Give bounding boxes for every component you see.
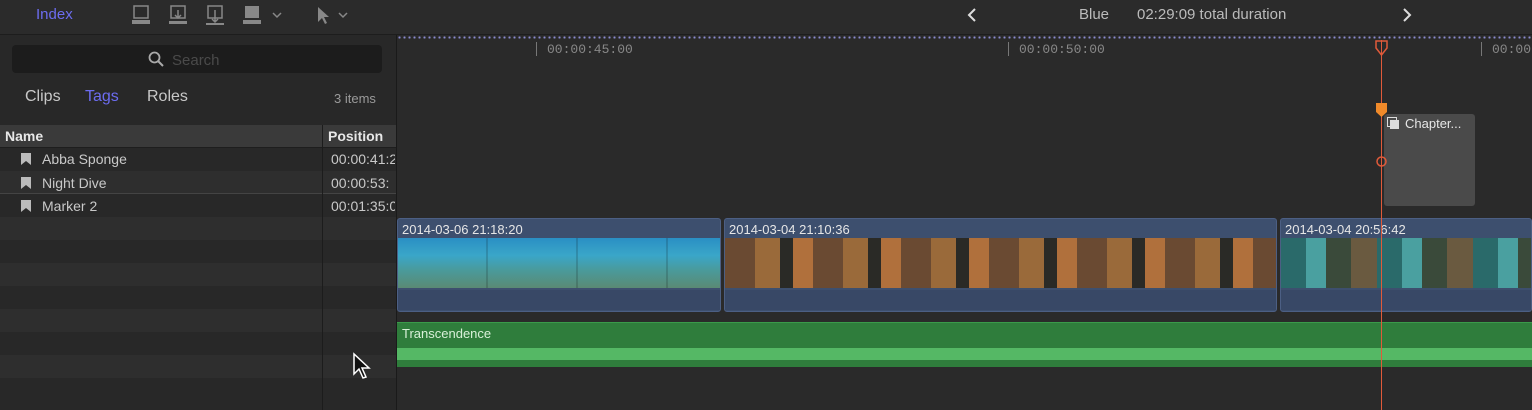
- chapter-icon: [1387, 117, 1399, 130]
- clip-audio: [725, 290, 1276, 310]
- clip-filmstrip: [725, 238, 1276, 288]
- marker-position: 00:00:53:: [331, 175, 390, 191]
- clip-audio: [1281, 290, 1531, 310]
- chapter-pin-icon[interactable]: [1376, 154, 1387, 167]
- dropdown-chevron-icon[interactable]: [270, 2, 284, 28]
- tool-chevron-icon[interactable]: [336, 2, 350, 28]
- clip-title: 2014-03-04 20:56:42: [1285, 222, 1406, 237]
- marker-name: Marker 2: [42, 198, 98, 214]
- row-stripe: [0, 309, 396, 332]
- list-item[interactable]: Abba Sponge 00:00:41:2: [0, 148, 396, 171]
- marker-position: 00:00:41:2: [331, 151, 395, 167]
- playhead-handle-icon[interactable]: [1375, 40, 1388, 57]
- row-stripe: [0, 355, 396, 378]
- marker-icon: [21, 177, 31, 189]
- filmstrip-frames: [398, 238, 720, 288]
- toolbar: [0, 0, 1532, 35]
- list-item[interactable]: Marker 2 00:01:35:0: [0, 195, 396, 218]
- previous-project-icon[interactable]: [963, 6, 981, 24]
- clip-filmstrip: [398, 238, 720, 288]
- clip-filmstrip: [1281, 238, 1531, 288]
- ruler-label: 00:00: [1492, 42, 1532, 57]
- mouse-cursor-icon: [352, 352, 374, 380]
- marker-name: Abba Sponge: [42, 151, 127, 167]
- insert-clip-icon[interactable]: [204, 2, 228, 28]
- item-count: 3 items: [334, 91, 376, 106]
- import-clip-icon[interactable]: [167, 2, 191, 28]
- search-icon: [148, 51, 164, 67]
- marker-name: Night Dive: [42, 175, 107, 191]
- row-stripe: [0, 217, 396, 240]
- audio-clip[interactable]: [397, 322, 1532, 367]
- chapter-label: Chapter...: [1405, 116, 1462, 131]
- ruler-tick: [536, 42, 537, 56]
- video-clip[interactable]: 2014-03-04 21:10:36: [724, 218, 1277, 312]
- clip-title: 2014-03-06 21:18:20: [402, 222, 523, 237]
- playhead[interactable]: [1381, 40, 1382, 410]
- ruler-tick: [1481, 42, 1482, 56]
- render-bar: [397, 36, 1532, 39]
- marker-position: 00:01:35:0: [331, 198, 395, 214]
- row-stripe: [0, 263, 396, 286]
- index-button[interactable]: Index: [36, 6, 73, 23]
- ruler-label: 00:00:50:00: [1019, 42, 1105, 57]
- total-duration: 02:29:09 total duration: [1137, 6, 1287, 23]
- name-column-header[interactable]: Name: [5, 128, 43, 144]
- marker-icon: [21, 153, 31, 165]
- overwrite-clip-icon[interactable]: [241, 2, 265, 28]
- ruler-tick: [1008, 42, 1009, 56]
- chapter-marker-icon[interactable]: [1376, 103, 1387, 117]
- marker-icon: [21, 200, 31, 212]
- video-clip[interactable]: 2014-03-04 20:56:42: [1280, 218, 1532, 312]
- search-input[interactable]: [170, 50, 374, 70]
- next-project-icon[interactable]: [1398, 6, 1416, 24]
- audio-clip-title: Transcendence: [402, 326, 492, 341]
- project-name: Blue: [1079, 6, 1110, 23]
- list-item[interactable]: Night Dive 00:00:53:: [0, 172, 396, 195]
- column-divider: [322, 125, 323, 410]
- clip-appearance-icon[interactable]: [130, 2, 154, 28]
- search-field[interactable]: [12, 45, 382, 73]
- position-column-header[interactable]: Position: [328, 128, 383, 144]
- tab-tags[interactable]: Tags: [85, 88, 119, 106]
- video-clip[interactable]: 2014-03-06 21:18:20: [397, 218, 721, 312]
- list-header: Name Position: [0, 125, 396, 148]
- audio-waveform: [397, 348, 1532, 360]
- clip-audio: [398, 290, 720, 310]
- ruler-label: 00:00:45:00: [547, 42, 633, 57]
- clip-title: 2014-03-04 21:10:36: [729, 222, 850, 237]
- tab-roles[interactable]: Roles: [147, 88, 188, 106]
- select-tool-icon[interactable]: [313, 2, 333, 28]
- tab-clips[interactable]: Clips: [25, 88, 61, 106]
